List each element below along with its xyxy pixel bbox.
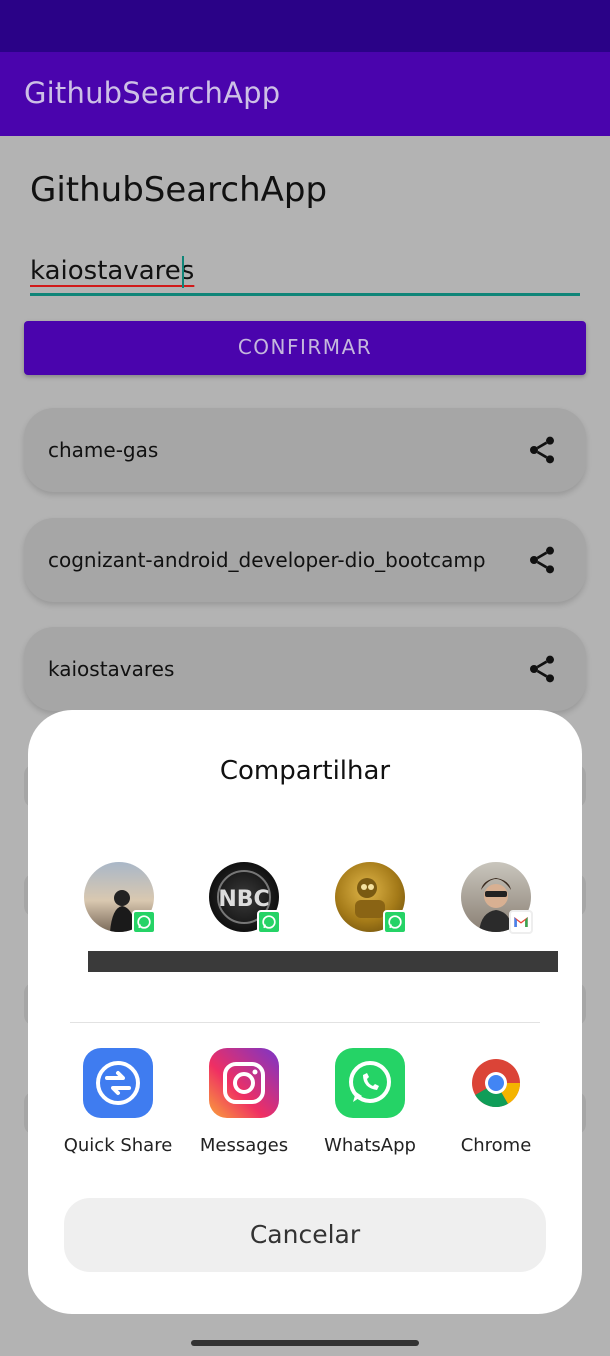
repo-name: cognizant-android_developer-dio_bootcamp: [48, 548, 486, 572]
contact-target[interactable]: [84, 862, 156, 934]
whatsapp-icon: [383, 910, 407, 934]
share-app-chrome[interactable]: Chrome: [441, 1048, 551, 1168]
share-icon[interactable]: [526, 434, 558, 466]
text-cursor: [182, 256, 184, 288]
share-sheet-title: Compartilhar: [219, 756, 391, 786]
cancel-button[interactable]: Cancelar: [64, 1198, 546, 1272]
whatsapp-icon: [335, 1048, 405, 1118]
contact-target[interactable]: NBC: [209, 862, 281, 934]
app-bar-title: GithubSearchApp: [24, 76, 281, 110]
divider: [70, 1022, 540, 1023]
share-app-quick-share[interactable]: Quick Share: [63, 1048, 173, 1168]
page-title: GithubSearchApp: [30, 170, 328, 210]
share-app-whatsapp[interactable]: WhatsApp: [315, 1048, 425, 1168]
contact-target[interactable]: [461, 862, 533, 934]
username-input-value: kaiostavares: [30, 256, 195, 286]
app-label: Chrome: [460, 1135, 532, 1156]
gmail-icon: [509, 910, 533, 934]
home-indicator[interactable]: [191, 1340, 419, 1346]
confirm-button-label: CONFIRMAR: [237, 335, 373, 359]
repo-item[interactable]: kaiostavares: [24, 627, 586, 711]
share-icon[interactable]: [526, 653, 558, 685]
app-label: WhatsApp: [324, 1135, 416, 1156]
app-label: Quick Share: [63, 1135, 173, 1156]
contact-target[interactable]: [335, 862, 407, 934]
redacted-contact-names: [88, 951, 558, 972]
svg-text:NBC: NBC: [218, 887, 269, 912]
app-label: Messages: [199, 1135, 289, 1156]
whatsapp-icon: [257, 910, 281, 934]
app-bar: GithubSearchApp: [0, 52, 610, 136]
share-sheet: Compartilhar NBC Quick Share Messages Wh…: [28, 710, 582, 1314]
username-input[interactable]: kaiostavares: [30, 252, 580, 296]
cancel-button-label: Cancelar: [249, 1220, 361, 1249]
status-bar: [0, 0, 610, 52]
repo-item[interactable]: cognizant-android_developer-dio_bootcamp: [24, 518, 586, 602]
repo-name: kaiostavares: [48, 657, 175, 681]
share-icon[interactable]: [526, 544, 558, 576]
whatsapp-icon: [132, 910, 156, 934]
repo-name: chame-gas: [48, 438, 159, 462]
chrome-icon: [472, 1059, 520, 1108]
confirm-button[interactable]: CONFIRMAR: [24, 321, 586, 375]
share-app-messages[interactable]: Messages: [189, 1048, 299, 1168]
quick-share-icon: [83, 1048, 153, 1118]
repo-item[interactable]: chame-gas: [24, 408, 586, 492]
instagram-icon: [209, 1048, 279, 1118]
